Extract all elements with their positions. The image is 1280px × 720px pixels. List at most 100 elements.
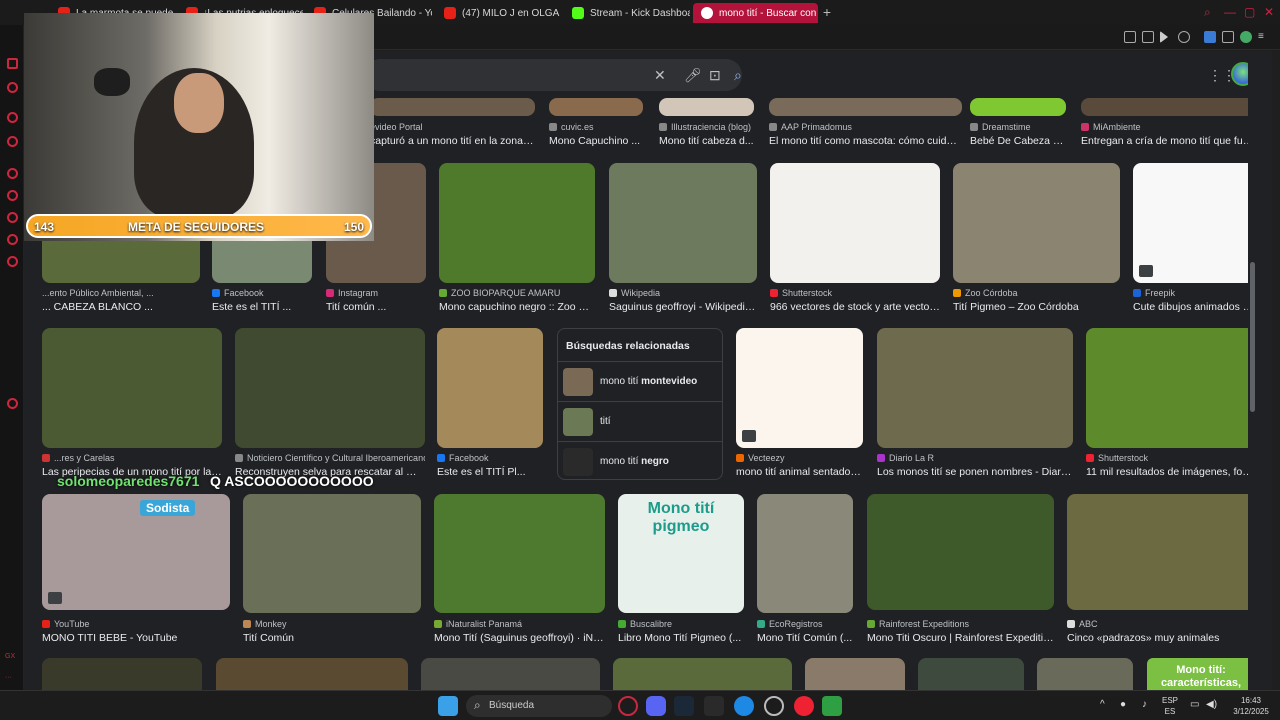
sidebar-instagram2-icon[interactable] [7,212,18,223]
puzzle-icon[interactable] [1222,31,1234,43]
result-image[interactable] [1067,494,1255,610]
result-image[interactable] [437,328,543,448]
network-icon[interactable]: ▭ [1190,699,1199,710]
close-window-icon[interactable]: ✕ [1264,5,1274,19]
result-image[interactable] [235,328,425,448]
opera-gx-taskbar-icon[interactable] [618,696,638,716]
sidebar-settings-icon[interactable] [7,398,18,409]
sidebar-x-icon[interactable] [7,256,18,267]
related-search-item[interactable]: mono tití negro [558,441,722,481]
result-card[interactable]: iNaturalist Panamá Mono Tití (Saguinus g… [434,494,605,646]
play-icon[interactable] [1160,31,1168,43]
result-title[interactable]: Mono Titi Oscuro | Rainforest Expedition… [867,632,1054,644]
result-card[interactable]: Noticiero Científico y Cultural Iberoame… [235,328,425,480]
result-card[interactable]: MiAmbiente Entregan a cría de mono tití … [1081,98,1255,148]
result-card[interactable]: Vecteezy mono tití animal sentado 1... [736,328,863,480]
windows-start-icon[interactable] [438,696,458,716]
search-icon[interactable]: ⌕ [734,67,742,84]
result-title[interactable]: Cinco «padrazos» muy animales [1067,632,1255,644]
result-card[interactable]: Monkey Tití Común [243,494,421,646]
result-image[interactable] [736,328,863,448]
bookmark-icon[interactable] [1124,31,1136,43]
result-card[interactable] [421,658,600,690]
info-card[interactable]: Mono tití: características, [1147,658,1255,690]
clear-search-icon[interactable]: ✕ [654,67,666,84]
result-card[interactable]: evideo Portal capturó a un mono tití en … [370,98,535,148]
result-title[interactable]: Tití Pigmeo – Zoo Córdoba [953,301,1120,313]
result-title[interactable]: Libro Mono Tití Pigmeo (... [618,632,744,644]
volume-icon[interactable]: ◀) [1206,699,1217,710]
result-title[interactable]: capturó a un mono tití en la zona d... [370,135,535,147]
extension-icon[interactable] [1204,31,1216,43]
tab-kick-dashboard[interactable]: Stream - Kick Dashboard [564,3,690,23]
result-card[interactable]: Sodista YouTube MONO TITI BEBE - YouTube [42,494,230,646]
result-image[interactable] [867,494,1054,610]
result-card[interactable]: Rainforest Expeditions Mono Titi Oscuro … [867,494,1054,646]
sidebar-instagram-icon[interactable] [7,136,18,147]
media-player-icon[interactable] [794,696,814,716]
result-title[interactable]: MONO TITI BEBE - YouTube [42,632,230,644]
lens-icon[interactable]: ⊡ [709,67,721,84]
result-title[interactable]: Entregan a cría de mono tití que fue r..… [1081,135,1255,147]
result-title[interactable]: Este es el TITÍ Pl... [437,466,543,478]
result-image[interactable] [1081,98,1255,116]
result-image[interactable]: Mono tití pigmeo [618,494,744,613]
result-card[interactable]: Shutterstock 966 vectores de stock y art… [770,163,940,315]
result-card[interactable]: EcoRegistros Mono Tití Común (... [757,494,853,646]
taskbar-search[interactable]: ⌕ Búsqueda [466,695,612,717]
result-card[interactable]: cuvic.es Mono Capuchino ... [549,98,643,148]
result-title[interactable]: Mono capuchino negro :: Zoo Bio... [439,301,595,313]
result-card[interactable]: AAP Primadomus El mono tití como mascota… [769,98,962,148]
sidebar-messenger-icon[interactable] [7,112,18,123]
result-card[interactable] [1037,658,1133,690]
result-card[interactable]: Facebook Este es el TITÍ Pl... [437,328,543,480]
result-card[interactable] [216,658,408,690]
google-apps-icon[interactable]: ⋮⋮ [1208,67,1236,83]
result-title[interactable]: 966 vectores de stock y arte vectori... [770,301,940,313]
result-title[interactable]: Cute dibujos animados d... [1133,301,1255,313]
result-image[interactable] [770,163,940,283]
result-card[interactable] [613,658,792,690]
result-image[interactable] [757,494,853,613]
related-search-item[interactable]: mono tití montevideo [558,361,722,401]
result-card[interactable]: Zoo Córdoba Tití Pigmeo – Zoo Córdoba [953,163,1120,315]
profile-icon[interactable] [1240,31,1252,43]
result-card[interactable]: Mono tití pigmeo Buscalibre Libro Mono T… [618,494,744,646]
result-card[interactable]: Diario La R Los monos tití se ponen nomb… [877,328,1073,480]
obs-icon[interactable] [764,696,784,716]
result-title[interactable]: Mono Capuchino ... [549,135,643,147]
minimize-icon[interactable]: — [1224,5,1236,19]
result-title[interactable]: mono tití animal sentado 1... [736,466,863,478]
result-card[interactable]: Wikipedia Saguinus geoffroyi - Wikipedia… [609,163,757,315]
sidebar-app-icon[interactable] [7,82,18,93]
sidebar-aria-icon[interactable] [7,168,18,179]
clock[interactable]: 16:43 3/12/2025 [1228,695,1274,717]
result-title[interactable]: Bebé De Cabeza B... [970,135,1066,147]
sidebar-tiktok-icon[interactable] [7,234,18,245]
tray-mic-icon[interactable]: ♪ [1142,699,1147,710]
result-card[interactable]: ABC Cinco «padrazos» muy animales [1067,494,1255,646]
scrollbar-thumb[interactable] [1250,262,1255,412]
menu-icon[interactable]: ≡ [1258,31,1270,43]
language-indicator[interactable]: ESP ES [1162,695,1178,717]
result-image[interactable]: Sodista [42,494,230,610]
result-title[interactable]: Este es el TITÍ ... [212,301,312,313]
result-title[interactable]: Saguinus geoffroyi - Wikipedia,... [609,301,757,313]
result-image[interactable] [439,163,595,283]
kick-app-icon[interactable] [822,696,842,716]
search-input[interactable]: ✕ 🎤︎ ⊡ ⌕ [364,59,742,91]
heart-icon[interactable] [1178,31,1190,43]
epic-games-icon[interactable] [704,696,724,716]
sidebar-gx-icon[interactable]: GX [5,653,15,660]
result-image[interactable] [1086,328,1255,448]
tray-app-icon[interactable]: ● [1120,699,1126,710]
sidebar-whatsapp-icon[interactable] [7,190,18,201]
search-tabs-icon[interactable]: ⌕ [1204,5,1211,20]
home-icon[interactable] [7,58,18,69]
result-card[interactable] [805,658,905,690]
result-card[interactable]: Freepik Cute dibujos animados d... [1133,163,1255,315]
result-title[interactable]: Tití Común [243,632,421,644]
result-image[interactable] [953,163,1120,283]
result-card[interactable]: ZOO BIOPARQUE AMARU Mono capuchino negro… [439,163,595,315]
result-image[interactable] [1133,163,1255,283]
